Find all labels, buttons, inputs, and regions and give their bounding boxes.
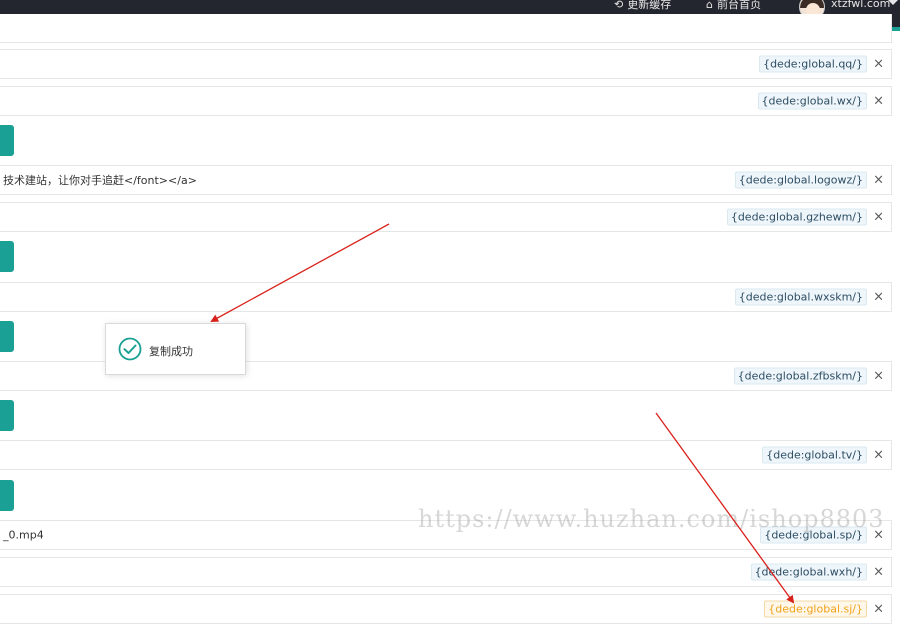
template-tag[interactable]: {dede:global.zfbskm/} [733, 367, 867, 385]
template-tag[interactable]: {dede:global.gzhewm/} [726, 208, 867, 226]
refresh-cache-label: 更新缓存 [627, 0, 672, 11]
close-icon[interactable]: × [873, 210, 884, 225]
close-icon[interactable]: × [873, 602, 884, 617]
close-icon[interactable]: × [873, 173, 884, 188]
home-icon: ⌂ [706, 0, 713, 11]
template-tag[interactable]: {dede:global.tv/} [762, 446, 867, 464]
template-tag[interactable]: {dede:global.wxh/} [750, 563, 867, 581]
setting-row-wxskm: {dede:global.wxskm/} × [0, 282, 892, 312]
setting-row-tv: {dede:global.tv/} × [0, 440, 892, 470]
username[interactable]: xtzfwl.com [831, 0, 890, 10]
chevron-down-icon[interactable] [888, 0, 898, 5]
close-icon[interactable]: × [873, 369, 884, 384]
close-icon[interactable]: × [873, 448, 884, 463]
copy-success-toast: 复制成功 [105, 323, 246, 375]
row-value: 技术建站，让你对手追赶</font></a> [3, 174, 197, 187]
close-icon[interactable]: × [873, 290, 884, 305]
template-tag[interactable]: {dede:global.qq/} [759, 55, 867, 73]
row-value: _0.mp4 [3, 528, 44, 542]
template-tag[interactable]: {dede:global.wx/} [757, 92, 867, 110]
close-icon[interactable]: × [873, 57, 884, 72]
setting-row-wxh: {dede:global.wxh/} × [0, 557, 892, 587]
setting-row-partial [0, 14, 892, 43]
section-button[interactable] [0, 321, 14, 352]
check-circle-icon [118, 337, 142, 361]
home-label: 前台首页 [716, 0, 761, 11]
refresh-icon: ⟲ [614, 0, 624, 11]
toast-message: 复制成功 [149, 345, 193, 358]
section-button[interactable] [0, 480, 14, 511]
template-tag-highlighted[interactable]: {dede:global.sj/} [764, 600, 867, 618]
setting-row-logowz: 技术建站，让你对手追赶</font></a> {dede:global.logo… [0, 165, 892, 195]
watermark: https://www.huzhan.com/ishop8803 [418, 505, 885, 533]
section-button[interactable] [0, 125, 14, 156]
setting-row-gzhewm: {dede:global.gzhewm/} × [0, 202, 892, 232]
close-icon[interactable]: × [873, 565, 884, 580]
section-button[interactable] [0, 241, 14, 272]
setting-row-qq: {dede:global.qq/} × [0, 49, 892, 79]
section-button[interactable] [0, 400, 14, 431]
setting-row-sj: {dede:global.sj/} × [0, 594, 892, 624]
template-tag[interactable]: {dede:global.logowz/} [734, 171, 867, 189]
close-icon[interactable]: × [873, 94, 884, 109]
template-tag[interactable]: {dede:global.wxskm/} [734, 288, 867, 306]
setting-row-wx: {dede:global.wx/} × [0, 86, 892, 116]
